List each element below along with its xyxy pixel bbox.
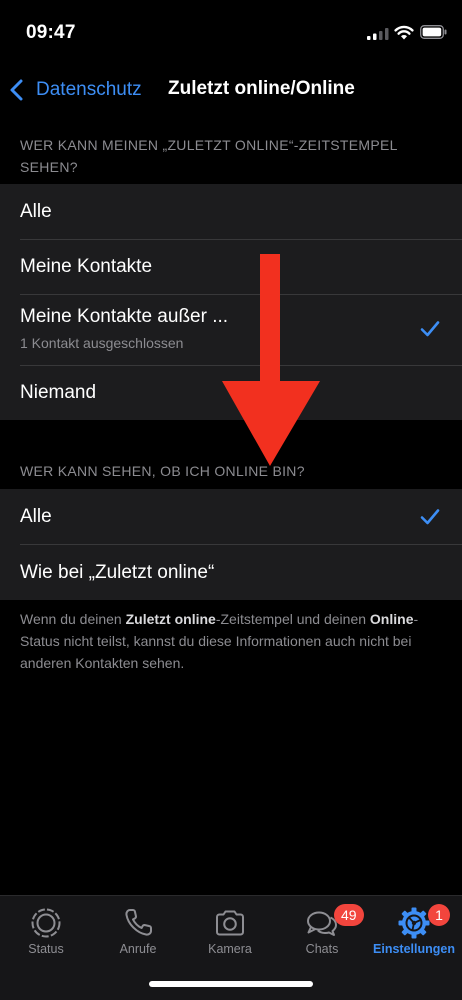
option-label: Alle — [20, 201, 52, 222]
clock-time: 09:47 — [26, 22, 76, 43]
section-header-online: WER KANN SEHEN, OB ICH ONLINE BIN? — [20, 463, 305, 479]
settings-notification-badge: 1 — [428, 904, 450, 926]
tab-label: Kamera — [208, 942, 252, 956]
settings-gear-icon — [398, 907, 430, 939]
option-label: Meine Kontakte außer ... — [20, 306, 229, 327]
status-icon — [31, 908, 61, 938]
phone-icon — [125, 909, 152, 936]
last-seen-option-everyone[interactable]: Alle — [0, 184, 462, 239]
tab-camera[interactable]: Kamera — [184, 896, 276, 976]
tab-label: Einstellungen — [373, 942, 455, 956]
tab-label: Chats — [305, 942, 339, 956]
checkmark-icon — [420, 509, 440, 525]
option-label: Alle — [20, 506, 52, 527]
tab-settings[interactable]: Einstellungen 1 — [368, 896, 460, 976]
privacy-footer-note: Wenn du deinen Zuletzt online-Zeitstempe… — [20, 608, 450, 674]
checkmark-icon — [420, 321, 440, 337]
battery-icon — [420, 25, 447, 39]
back-button[interactable]: Datenschutz — [8, 74, 142, 106]
chevron-left-icon — [10, 79, 23, 101]
tab-chats[interactable]: Chats 49 — [276, 896, 368, 976]
page-title: Zuletzt online/Online — [168, 78, 355, 99]
online-options-group: Alle Wie bei „Zuletzt online“ — [0, 489, 462, 600]
camera-icon — [216, 910, 244, 936]
tab-calls[interactable]: Anrufe — [92, 896, 184, 976]
note-bold-text: Online — [369, 611, 414, 627]
note-bold-text: Zuletzt online — [125, 611, 216, 627]
tab-label: Anrufe — [119, 942, 157, 956]
section-header-last-seen: WER KANN MEINEN „ZULETZT ONLINE“-ZEITSTE… — [20, 137, 398, 175]
last-seen-options-group: Alle Meine Kontakte Meine Kontakte außer… — [0, 184, 462, 420]
navigation-bar: Datenschutz Zuletzt online/Online — [0, 70, 462, 110]
last-seen-option-my-contacts-except[interactable]: Meine Kontakte außer ... 1 Kontakt ausge… — [0, 295, 462, 365]
cellular-signal-icon — [367, 28, 389, 40]
option-sublabel: 1 Kontakt ausgeschlossen — [20, 335, 184, 351]
last-seen-option-my-contacts[interactable]: Meine Kontakte — [0, 240, 462, 294]
option-label: Wie bei „Zuletzt online“ — [20, 562, 215, 583]
online-option-everyone[interactable]: Alle — [0, 489, 462, 544]
note-text: Wenn du deinen — [20, 611, 126, 627]
online-option-same-as-last-seen[interactable]: Wie bei „Zuletzt online“ — [0, 545, 462, 600]
status-bar: 09:47 — [0, 0, 462, 64]
option-label: Niemand — [20, 382, 97, 403]
tab-status[interactable]: Status — [0, 896, 92, 976]
tab-label: Status — [28, 942, 64, 956]
option-label: Meine Kontakte — [20, 256, 153, 277]
wifi-icon — [394, 25, 414, 40]
home-indicator — [149, 981, 313, 987]
unread-chats-badge: 49 — [334, 904, 364, 926]
note-text: -Zeitstempel und deinen — [215, 611, 370, 627]
last-seen-option-nobody[interactable]: Niemand — [0, 366, 462, 420]
back-button-label: Datenschutz — [36, 79, 142, 100]
